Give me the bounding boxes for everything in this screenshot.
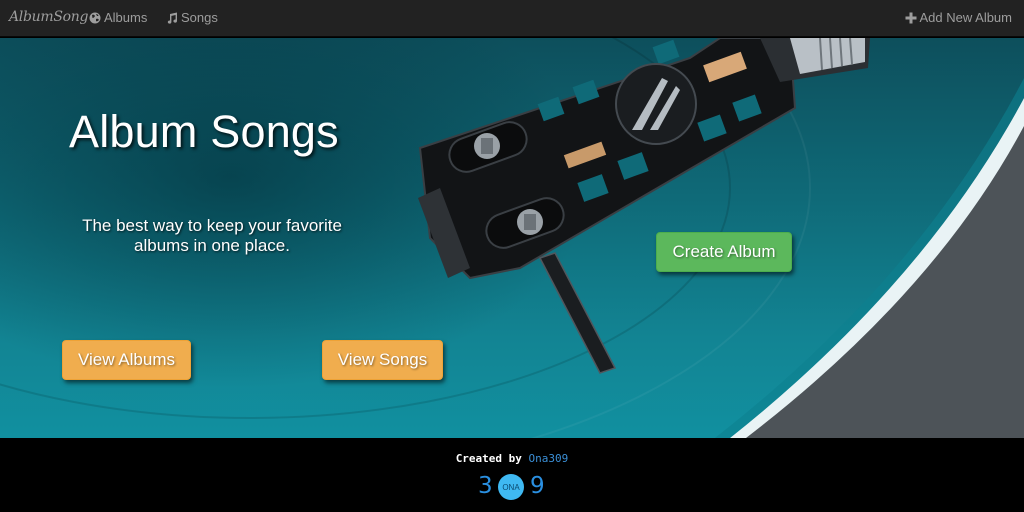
nav-albums-label: Albums <box>104 10 148 25</box>
hero-tagline: The best way to keep your favorite album… <box>82 216 342 255</box>
brand-logo[interactable]: AlbumSong <box>9 9 88 25</box>
nav-add-album-link[interactable]: Add New Album <box>905 10 1013 25</box>
navbar: AlbumSong Albums Songs Add New Album <box>0 0 1024 37</box>
plus-icon <box>905 12 916 23</box>
author-logo: 3 ONA 9 <box>478 473 548 500</box>
credit-author-link[interactable]: Ona309 <box>529 452 569 465</box>
credit-prefix: Created by <box>455 452 522 465</box>
nav-songs-label: Songs <box>181 10 218 25</box>
view-songs-button[interactable]: View Songs <box>322 340 443 380</box>
hero-banner: Album Songs The best way to keep your fa… <box>0 38 1024 438</box>
logo-digit-right: 9 <box>530 473 545 499</box>
logo-circle-text: ONA <box>502 482 520 492</box>
globe-icon <box>89 12 101 23</box>
view-albums-button[interactable]: View Albums <box>62 340 191 380</box>
logo-circle: ONA <box>498 474 524 500</box>
create-album-button[interactable]: Create Album <box>656 232 792 272</box>
nav-add-album-label: Add New Album <box>919 10 1013 25</box>
footer: Created by Ona309 3 ONA 9 <box>0 438 1024 512</box>
hero-title: Album Songs <box>69 106 339 157</box>
music-note-icon <box>167 12 178 24</box>
logo-digit-left: 3 <box>478 473 493 499</box>
footer-credit: Created by Ona309 <box>0 452 1024 465</box>
nav-albums-link[interactable]: Albums <box>89 10 147 25</box>
nav-songs-link[interactable]: Songs <box>166 10 218 25</box>
